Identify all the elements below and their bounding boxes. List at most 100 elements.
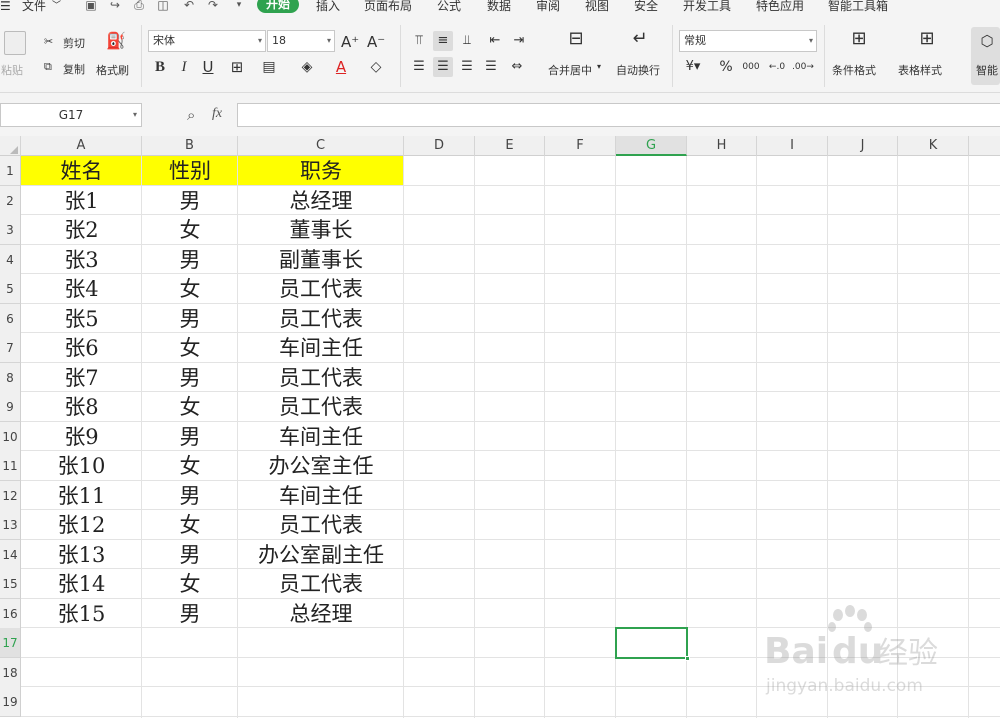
select-all-corner[interactable] — [0, 136, 21, 156]
position-cell[interactable]: 副董事长 — [238, 245, 404, 275]
merge-center-button[interactable]: 合并居中 — [548, 62, 592, 78]
cut-button[interactable]: 剪切 — [63, 35, 85, 51]
tab-formulas[interactable]: 公式 — [437, 0, 461, 15]
decrease-font-icon[interactable]: A⁻ — [367, 32, 385, 52]
name-cell[interactable]: 张12 — [21, 510, 142, 540]
increase-font-icon[interactable]: A⁺ — [341, 32, 359, 52]
tab-insert[interactable]: 插入 — [316, 0, 340, 15]
row-header-14[interactable]: 14 — [0, 540, 21, 570]
column-header-i[interactable]: I — [757, 136, 828, 156]
clear-format-icon[interactable]: ◇ — [365, 57, 387, 77]
row-header-15[interactable]: 15 — [0, 569, 21, 599]
position-cell[interactable]: 车间主任 — [238, 333, 404, 363]
position-cell[interactable]: 董事长 — [238, 215, 404, 245]
tab-special[interactable]: 特色应用 — [756, 0, 804, 15]
file-menu[interactable]: 文件 — [22, 0, 46, 15]
chevron-down-icon[interactable]: ▾ — [597, 62, 601, 71]
tab-smart-toolbox[interactable]: 智能工具箱 — [828, 0, 888, 15]
position-cell[interactable]: 员工代表 — [238, 569, 404, 599]
align-bottom-icon[interactable]: ⫫ — [457, 31, 477, 51]
format-painter-button[interactable]: 格式刷 — [96, 62, 129, 78]
align-center-icon[interactable]: ☰ — [433, 57, 453, 77]
gender-cell[interactable]: 男 — [142, 540, 238, 570]
row-header-10[interactable]: 10 — [0, 422, 21, 452]
table-style-icon[interactable]: ⊞ — [914, 29, 940, 53]
row-header-3[interactable]: 3 — [0, 215, 21, 245]
position-cell[interactable]: 员工代表 — [238, 510, 404, 540]
cut-icon[interactable]: ✂ — [44, 35, 53, 48]
menu-icon[interactable]: ☰ — [0, 0, 11, 15]
distributed-icon[interactable]: ⇔ — [507, 57, 527, 77]
row-header-4[interactable]: 4 — [0, 245, 21, 275]
paste-button[interactable]: 粘贴 — [1, 62, 23, 78]
gender-cell[interactable]: 女 — [142, 274, 238, 304]
zoom-search-icon[interactable]: ⌕ — [187, 106, 195, 124]
tab-security[interactable]: 安全 — [634, 0, 658, 15]
copy-icon[interactable]: ⧉ — [44, 60, 52, 74]
fill-pattern-icon[interactable]: ▤ — [258, 57, 280, 77]
underline-button[interactable]: U — [200, 57, 216, 77]
fx-icon[interactable]: fx — [212, 106, 222, 122]
thousands-separator-button[interactable]: 000 — [740, 57, 762, 77]
tab-page-layout[interactable]: 页面布局 — [364, 0, 412, 15]
column-header-f[interactable]: F — [545, 136, 616, 156]
name-cell[interactable]: 张3 — [21, 245, 142, 275]
row-header-8[interactable]: 8 — [0, 363, 21, 393]
gender-cell[interactable]: 男 — [142, 304, 238, 334]
conditional-format-icon[interactable]: ⊞ — [846, 29, 872, 53]
row-header-1[interactable]: 1 — [0, 156, 21, 186]
column-header-h[interactable]: H — [687, 136, 757, 156]
tab-review[interactable]: 审阅 — [536, 0, 560, 15]
italic-button[interactable]: I — [176, 57, 192, 77]
name-cell[interactable]: 张7 — [21, 363, 142, 393]
wrap-text-icon[interactable]: ↵ — [627, 29, 653, 53]
print-icon[interactable]: ⎙ — [132, 0, 146, 13]
name-cell[interactable]: 张8 — [21, 392, 142, 422]
name-cell[interactable]: 张15 — [21, 599, 142, 629]
merge-center-icon[interactable]: ⊟ — [563, 29, 589, 53]
name-cell[interactable]: 张13 — [21, 540, 142, 570]
print-preview-icon[interactable]: ◫ — [156, 0, 170, 13]
active-cell-selection[interactable] — [615, 627, 690, 661]
name-cell[interactable]: 张6 — [21, 333, 142, 363]
column-header-g[interactable]: G — [616, 136, 687, 156]
quick-access-more-icon[interactable]: ▾ — [232, 0, 246, 13]
decrease-indent-icon[interactable]: ⇤ — [485, 31, 505, 51]
currency-icon[interactable]: ¥▾ — [682, 57, 704, 77]
table-style-button[interactable]: 表格样式 — [898, 62, 942, 78]
row-header-7[interactable]: 7 — [0, 333, 21, 363]
copy-button[interactable]: 复制 — [63, 61, 85, 77]
position-cell[interactable]: 员工代表 — [238, 304, 404, 334]
chevron-down-icon[interactable]: ﹀ — [52, 0, 61, 15]
row-header-16[interactable]: 16 — [0, 599, 21, 629]
column-header-c[interactable]: C — [238, 136, 404, 156]
position-cell[interactable]: 总经理 — [238, 186, 404, 216]
row-header-19[interactable]: 19 — [0, 687, 21, 717]
fill-handle[interactable] — [685, 656, 690, 661]
name-cell[interactable]: 张11 — [21, 481, 142, 511]
justify-icon[interactable]: ☰ — [481, 57, 501, 77]
column-header-a[interactable]: A — [21, 136, 142, 156]
font-color-icon[interactable]: A — [330, 57, 352, 77]
formula-input[interactable] — [237, 103, 1000, 127]
gender-cell[interactable]: 男 — [142, 186, 238, 216]
export-icon[interactable]: ↪ — [108, 0, 122, 13]
column-header-k[interactable]: K — [898, 136, 969, 156]
align-middle-icon[interactable]: ≡ — [433, 31, 453, 51]
header-name-cell[interactable]: 姓名 — [21, 156, 142, 186]
border-icon[interactable]: ⊞ — [226, 57, 248, 77]
save-icon[interactable]: ▣ — [84, 0, 98, 13]
align-right-icon[interactable]: ☰ — [457, 57, 477, 77]
smart-button[interactable]: ⬡ 智能 — [971, 27, 1000, 85]
fill-color-icon[interactable]: ◈ — [296, 57, 318, 77]
gender-cell[interactable]: 女 — [142, 569, 238, 599]
row-header-9[interactable]: 9 — [0, 392, 21, 422]
gender-cell[interactable]: 男 — [142, 245, 238, 275]
increase-decimal-icon[interactable]: ←.0 — [766, 57, 788, 77]
tab-data[interactable]: 数据 — [487, 0, 511, 15]
position-cell[interactable]: 办公室副主任 — [238, 540, 404, 570]
name-cell[interactable]: 张4 — [21, 274, 142, 304]
font-size-select[interactable]: 18 ▾ — [267, 30, 335, 52]
column-header-j[interactable]: J — [828, 136, 898, 156]
gender-cell[interactable]: 女 — [142, 392, 238, 422]
